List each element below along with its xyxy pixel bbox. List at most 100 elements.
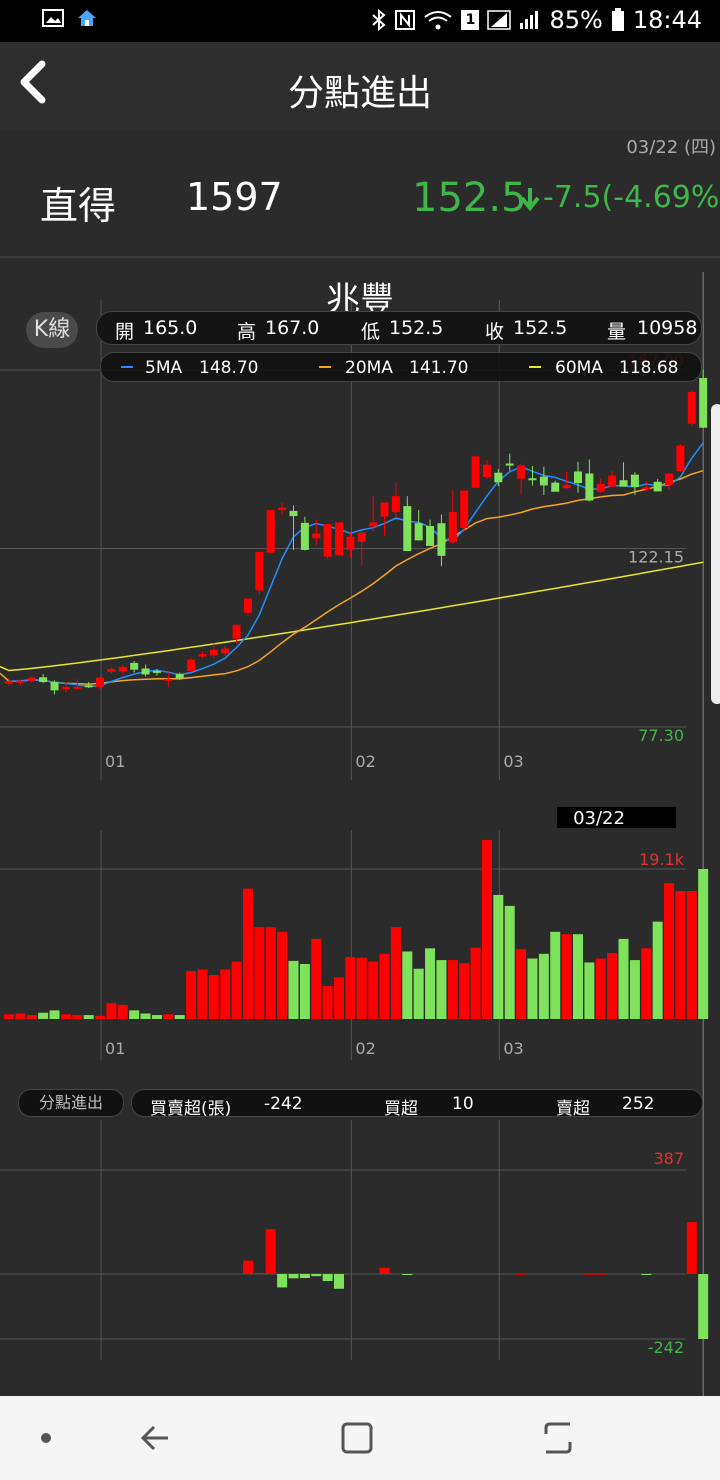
candle-body: [39, 677, 48, 683]
candle-body: [437, 523, 446, 556]
flow-bar: [641, 1274, 652, 1275]
volume-bar: [686, 890, 697, 1019]
volume-bar: [26, 1015, 37, 1019]
cursor-date: 03/22: [573, 808, 625, 829]
candle-body: [596, 483, 605, 492]
volume-bar: [664, 883, 675, 1019]
candle-body: [562, 485, 571, 489]
close-value: 152.5: [513, 317, 568, 339]
volume-bar: [72, 1015, 83, 1019]
candle-body: [289, 510, 298, 517]
volume-bar: [573, 934, 583, 1019]
flow-bar: [254, 1272, 265, 1274]
ma-legend: 5MA 148.70 20MA 141.70 60MA 118.68: [100, 352, 702, 382]
ma20-value: 141.70: [409, 358, 469, 378]
volume-bar: [151, 1015, 162, 1019]
sell-value: 252: [622, 1094, 655, 1114]
flow-bar: [242, 1260, 253, 1274]
price-axis-min: 77.30: [638, 726, 684, 745]
flow-bar: [698, 1274, 709, 1339]
flow-bar: [277, 1274, 288, 1288]
candle-body: [539, 476, 548, 486]
flow-bar: [516, 1273, 527, 1275]
volume-bar: [174, 1015, 185, 1019]
volume-bar: [49, 1010, 60, 1019]
candle-body: [630, 474, 639, 488]
flow-bar: [402, 1274, 413, 1275]
volume-bar: [231, 961, 242, 1019]
flow-bar: [334, 1274, 345, 1289]
volume-bar: [538, 953, 549, 1019]
ohlc-bar: 開 165.0 高 167.0 低 152.5 收 152.5 量 10958: [96, 311, 702, 345]
candle-body: [448, 512, 457, 543]
ma5-value: 148.70: [199, 358, 259, 378]
ma60-swatch: [529, 366, 541, 368]
volume-bar: [641, 948, 652, 1019]
broker-flow-summary: 買賣超(張) -242 買超 10 賣超 252: [131, 1089, 703, 1119]
flow-bar: [595, 1273, 606, 1275]
candle-body: [528, 478, 537, 481]
volume-bar: [675, 890, 686, 1019]
flow-bar: [288, 1274, 299, 1279]
flow-bar: [686, 1222, 697, 1274]
recents-nav-icon[interactable]: [534, 1414, 582, 1462]
high-label: 高: [237, 321, 257, 343]
volume-bar: [618, 938, 629, 1019]
volume-bar: [208, 975, 219, 1019]
volume-bar: [277, 931, 288, 1019]
flow-bar: [265, 1229, 276, 1274]
candle-body: [642, 487, 651, 490]
k-line-toggle[interactable]: K線: [26, 312, 78, 348]
broker-flow-tab[interactable]: 分點進出: [18, 1089, 124, 1117]
nav-dot-icon[interactable]: [22, 1414, 70, 1462]
candle-body: [187, 659, 196, 671]
candle-body: [687, 391, 696, 424]
ma5-swatch: [121, 366, 133, 368]
volume-bar: [197, 969, 208, 1019]
stock-chart-area[interactable]: 167.00122.1577.3001010202030303/2219.1k3…: [0, 0, 720, 1396]
ma5-line: [8, 442, 704, 688]
candle-body: [335, 522, 344, 556]
volume-bar: [390, 927, 401, 1019]
volume-bar: [299, 964, 310, 1019]
system-nav-bar: [0, 1396, 720, 1480]
candle-body: [391, 496, 400, 513]
high-value: 167.0: [265, 317, 320, 339]
candle-body: [300, 522, 309, 550]
candle-body: [665, 473, 674, 486]
volume-bar: [595, 958, 606, 1019]
flow-bar: [379, 1267, 390, 1274]
candle-body: [61, 686, 70, 690]
candle-body: [27, 677, 36, 681]
candle-body: [460, 490, 469, 529]
volume-bar: [83, 1015, 94, 1019]
candle-body: [505, 463, 514, 466]
flow-bar: [584, 1273, 595, 1275]
candle-body: [50, 682, 59, 691]
volume-bar: [95, 1015, 106, 1019]
net-label: 買賣超(張): [150, 1099, 232, 1119]
volume-bar: [459, 963, 470, 1019]
volume-bar: [140, 1013, 151, 1019]
back-nav-icon[interactable]: [132, 1414, 180, 1462]
volume-bar: [425, 948, 436, 1019]
candle-body: [96, 677, 105, 687]
candle-body: [471, 456, 480, 488]
volume-bar: [584, 962, 595, 1019]
candle-body: [266, 510, 275, 553]
scroll-handle: [711, 404, 720, 704]
volume-bar: [527, 958, 538, 1019]
volume-bar: [607, 953, 618, 1019]
candle-body: [699, 377, 708, 428]
volume-bar: [550, 931, 561, 1019]
volume-bar: [481, 839, 492, 1019]
home-nav-icon[interactable]: [333, 1414, 381, 1462]
month-label: 02: [355, 1039, 375, 1058]
candle-body: [164, 678, 173, 681]
candle-body: [482, 464, 491, 478]
price-axis-mid: 122.15: [628, 548, 684, 567]
volume-bar: [288, 960, 299, 1019]
candle-body: [221, 648, 230, 654]
ma5-label: 5MA: [145, 358, 183, 378]
candle-body: [73, 686, 82, 689]
